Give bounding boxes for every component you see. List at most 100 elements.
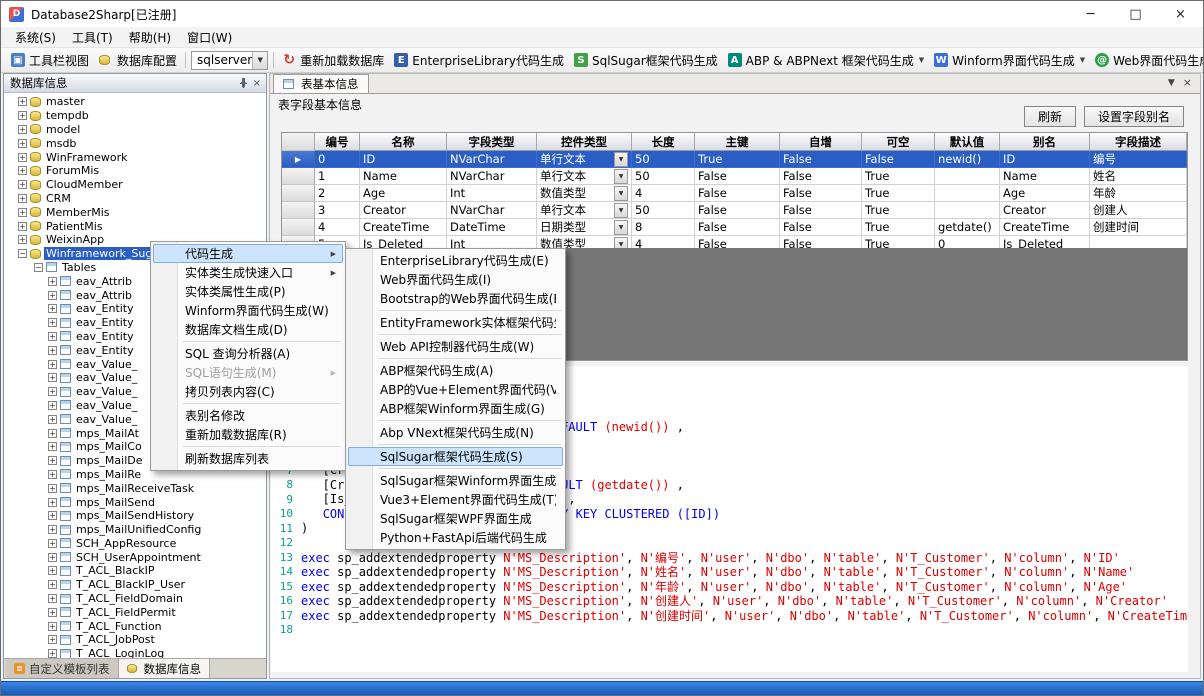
context-menu-item[interactable]: 重新加载数据库(R)	[153, 425, 343, 444]
tree-item[interactable]: +mps_MailUnifiedConfig	[4, 523, 266, 537]
expand-toggle-icon[interactable]: −	[34, 263, 43, 272]
grid-header-cell[interactable]: 可空	[862, 133, 935, 151]
grid-cell[interactable]: False	[695, 219, 780, 236]
grid-header-cell[interactable]: 主键	[695, 133, 780, 151]
grid-cell[interactable]: Int	[447, 185, 537, 202]
expand-toggle-icon[interactable]: +	[18, 97, 27, 106]
tree-item[interactable]: +T_ACL_BlackIP	[4, 564, 266, 578]
grid-cell[interactable]: True	[862, 219, 935, 236]
grid-cell[interactable]: CreateTime	[360, 219, 447, 236]
tree-item[interactable]: +T_ACL_FieldPermit	[4, 605, 266, 619]
submenu-item[interactable]: SqlSugar框架代码生成(S)	[348, 447, 563, 466]
expand-toggle-icon[interactable]: +	[48, 498, 57, 507]
tree-item[interactable]: +mps_MailSend	[4, 495, 266, 509]
grid-header-cell[interactable]: 长度	[632, 133, 695, 151]
grid-cell[interactable]: 4	[632, 185, 695, 202]
chevron-down-icon[interactable]: ▼	[252, 52, 267, 69]
grid-cell[interactable]: 4	[315, 219, 360, 236]
grid-cell[interactable]: Age	[1000, 185, 1090, 202]
grid-cell[interactable]	[935, 185, 1000, 202]
grid-cell[interactable]: 单行文本▼	[537, 168, 632, 185]
grid-cell[interactable]: 3	[315, 202, 360, 219]
grid-header-cell[interactable]: 自增	[780, 133, 862, 151]
grid-cell[interactable]: False	[780, 168, 862, 185]
context-menu-item[interactable]: SQL语句生成(M)▶	[153, 363, 343, 382]
tree-item[interactable]: +T_ACL_LoginLog	[4, 647, 266, 658]
expand-toggle-icon[interactable]: +	[48, 622, 57, 631]
submenu-item[interactable]: Abp VNext框架代码生成(N)	[348, 423, 563, 442]
reload-db-button[interactable]: ↻重新加载数据库	[277, 50, 389, 71]
grid-cell[interactable]: False	[780, 202, 862, 219]
grid-cell[interactable]: True	[862, 202, 935, 219]
grid-cell[interactable]: 数值类型▼	[537, 185, 632, 202]
tree-item[interactable]: +T_ACL_Function	[4, 619, 266, 633]
expand-toggle-icon[interactable]: +	[48, 525, 57, 534]
expand-toggle-icon[interactable]: +	[48, 373, 57, 382]
toolbar-view-button[interactable]: ▣工具栏视图	[6, 50, 94, 71]
expand-toggle-icon[interactable]: +	[48, 401, 57, 410]
submenu-item[interactable]: EnterpriseLibrary代码生成(E)	[348, 251, 563, 270]
expand-toggle-icon[interactable]: +	[48, 304, 57, 313]
grid-cell[interactable]: 创建人	[1090, 202, 1187, 219]
submenu-item[interactable]: Python+FastApi后端代码生成	[348, 528, 563, 547]
abp-codegen-button[interactable]: AABP & ABPNext 框架代码生成▼	[723, 50, 930, 71]
expand-toggle-icon[interactable]: +	[18, 235, 27, 244]
expand-toggle-icon[interactable]: +	[48, 429, 57, 438]
grid-cell[interactable]: Name	[1000, 168, 1090, 185]
expand-toggle-icon[interactable]: +	[48, 415, 57, 424]
grid-cell[interactable]: NVarChar	[447, 202, 537, 219]
context-menu-item[interactable]: 刷新数据库列表	[153, 449, 343, 468]
expand-toggle-icon[interactable]: −	[18, 249, 27, 258]
grid-row[interactable]: 2AgeInt数值类型▼4FalseFalseTrueAge年龄	[282, 185, 1187, 202]
expand-toggle-icon[interactable]: +	[18, 180, 27, 189]
grid-cell[interactable]	[1090, 236, 1187, 248]
grid-header-cell[interactable]: 编号	[315, 133, 360, 151]
grid-cell[interactable]	[935, 168, 1000, 185]
expand-toggle-icon[interactable]: +	[48, 635, 57, 644]
submenu-item[interactable]: ABP的Vue+Element界面代码(V)	[348, 380, 563, 399]
grid-cell[interactable]: False	[695, 168, 780, 185]
tree-item[interactable]: +CloudMember	[4, 178, 266, 192]
submenu-item[interactable]: SqlSugar框架WPF界面生成	[348, 509, 563, 528]
grid-cell[interactable]: 4	[632, 236, 695, 248]
expand-toggle-icon[interactable]: +	[48, 594, 57, 603]
grid-header-cell[interactable]: 默认值	[935, 133, 1000, 151]
grid-row[interactable]: 3CreatorNVarChar单行文本▼50FalseFalseTrueCre…	[282, 202, 1187, 219]
menu-tools[interactable]: 工具(T)	[64, 27, 121, 48]
grid-cell[interactable]: True	[862, 168, 935, 185]
grid-cell[interactable]: 单行文本▼	[537, 202, 632, 219]
grid-cell[interactable]: 0	[315, 151, 360, 168]
set-field-alias-button[interactable]: 设置字段别名	[1084, 106, 1184, 127]
grid-cell[interactable]: ID	[360, 151, 447, 168]
expand-toggle-icon[interactable]: +	[18, 166, 27, 175]
combo-dropdown-icon[interactable]: ▼	[614, 237, 628, 249]
expand-toggle-icon[interactable]: +	[48, 318, 57, 327]
tree-item[interactable]: +CRM	[4, 192, 266, 206]
grid-row[interactable]: 1NameNVarChar单行文本▼50FalseFalseTrueName姓名	[282, 168, 1187, 185]
pin-icon[interactable]	[239, 78, 248, 88]
grid-row[interactable]: 5Is_DeletedInt数值类型▼4FalseFalseTrue0Is_De…	[282, 236, 1187, 248]
grid-cell[interactable]: False	[695, 236, 780, 248]
row-header-cell[interactable]	[282, 168, 315, 185]
tab-table-basic-info[interactable]: 表基本信息	[273, 74, 369, 93]
grid-cell[interactable]: DateTime	[447, 219, 537, 236]
menu-help[interactable]: 帮助(H)	[121, 27, 179, 48]
expand-toggle-icon[interactable]: +	[48, 539, 57, 548]
tree-item[interactable]: +T_ACL_FieldDomain	[4, 592, 266, 606]
grid-header-cell[interactable]: 字段类型	[447, 133, 537, 151]
grid-cell[interactable]: 0	[935, 236, 1000, 248]
expand-toggle-icon[interactable]: +	[48, 456, 57, 465]
grid-cell[interactable]: 50	[632, 202, 695, 219]
close-document-icon[interactable]: ×	[1183, 76, 1192, 89]
grid-cell[interactable]: 数值类型▼	[537, 236, 632, 248]
expand-toggle-icon[interactable]: +	[48, 291, 57, 300]
menu-window[interactable]: 窗口(W)	[179, 27, 240, 48]
grid-cell[interactable]: False	[780, 151, 862, 168]
grid-cell[interactable]: Is_Deleted	[360, 236, 447, 248]
expand-toggle-icon[interactable]: +	[18, 111, 27, 120]
tree-item[interactable]: +msdb	[4, 136, 266, 150]
expand-toggle-icon[interactable]: +	[48, 387, 57, 396]
close-panel-icon[interactable]: ×	[253, 78, 261, 89]
combo-dropdown-icon[interactable]: ▼	[614, 152, 628, 167]
submenu-item[interactable]: ABP框架Winform界面生成(G)	[348, 399, 563, 418]
